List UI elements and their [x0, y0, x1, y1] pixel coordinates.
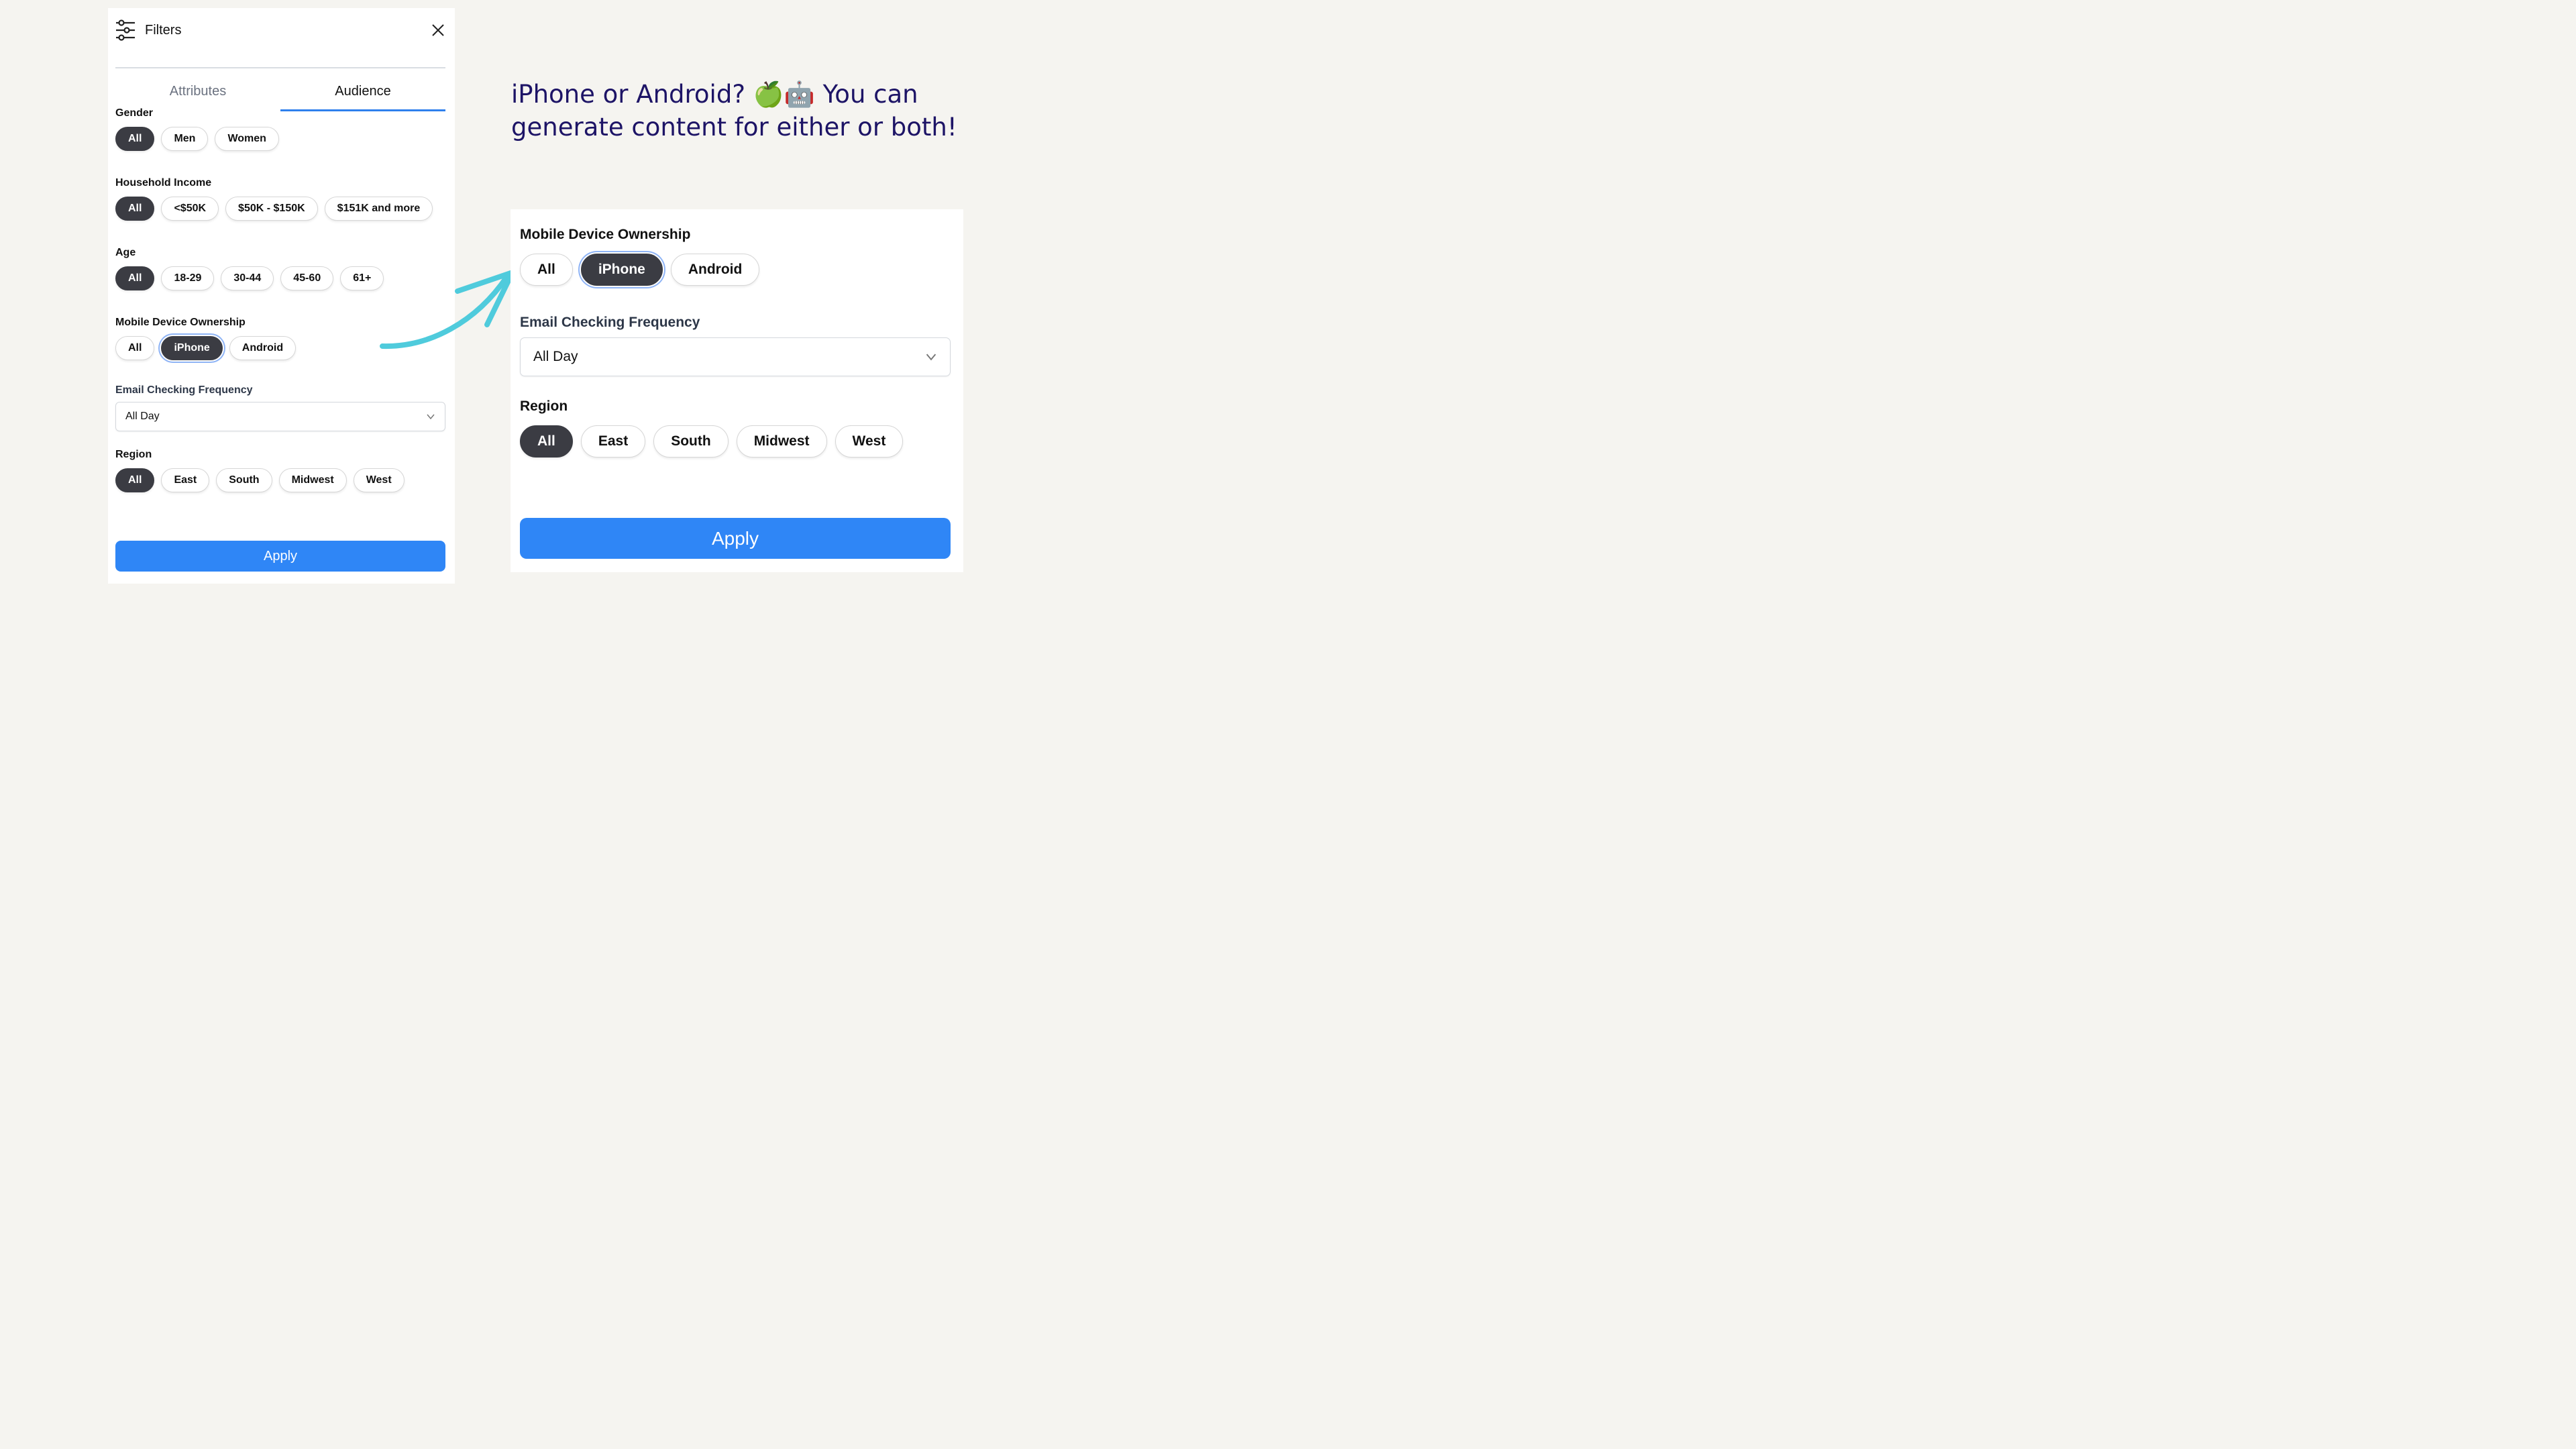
zoom-region-option-all[interactable]: All — [520, 425, 573, 458]
zoom-mobile-label: Mobile Device Ownership — [520, 227, 691, 242]
region-option-south[interactable]: South — [216, 468, 272, 492]
zoom-apply-button[interactable]: Apply — [520, 518, 951, 559]
age-option-all[interactable]: All — [115, 266, 155, 290]
gender-label: Gender — [115, 107, 154, 119]
income-label: Household Income — [115, 177, 212, 189]
zoom-email-section: Email Checking Frequency All Day — [520, 315, 951, 376]
income-option-50k-150k[interactable]: $50K - $150K — [225, 197, 318, 221]
header-divider — [115, 67, 445, 68]
mobile-section: Mobile Device Ownership All iPhone Andro… — [115, 317, 297, 360]
region-option-east[interactable]: East — [161, 468, 210, 492]
region-option-midwest[interactable]: Midwest — [278, 468, 347, 492]
income-option-under-50k[interactable]: <$50K — [161, 197, 219, 221]
age-label: Age — [115, 247, 136, 258]
filters-header: Filters — [115, 19, 445, 41]
email-frequency-select[interactable]: All Day — [115, 402, 445, 431]
gender-option-men[interactable]: Men — [161, 127, 209, 151]
mobile-option-all[interactable]: All — [115, 336, 155, 360]
zoom-region-option-east[interactable]: East — [580, 425, 646, 458]
headline-text: iPhone or Android? 🍏🤖 You can generate c… — [511, 80, 957, 142]
apply-button[interactable]: Apply — [115, 541, 445, 572]
zoom-region-option-midwest[interactable]: Midwest — [736, 425, 827, 458]
zoom-email-frequency-value: All Day — [533, 349, 578, 364]
close-icon[interactable] — [431, 23, 445, 38]
mobile-option-iphone[interactable]: iPhone — [161, 336, 223, 360]
zoom-region-section: Region All East South Midwest West — [520, 398, 904, 458]
zoom-region-option-west[interactable]: West — [835, 425, 904, 458]
gender-option-all[interactable]: All — [115, 127, 155, 151]
income-option-all[interactable]: All — [115, 197, 155, 221]
age-section: Age All 18-29 30-44 45-60 61+ — [115, 247, 384, 290]
gender-section: Gender All Men Women — [115, 107, 279, 151]
region-option-west[interactable]: West — [353, 468, 405, 492]
zoom-region-option-south[interactable]: South — [653, 425, 729, 458]
email-section: Email Checking Frequency All Day — [115, 384, 445, 431]
tab-audience[interactable]: Audience — [280, 80, 445, 111]
zoom-mobile-option-all[interactable]: All — [520, 254, 573, 286]
zoom-mobile-option-iphone[interactable]: iPhone — [580, 254, 663, 286]
region-section: Region All East South Midwest West — [115, 449, 405, 492]
zoomed-filters-panel: Mobile Device Ownership All iPhone Andro… — [511, 209, 963, 572]
zoom-region-label: Region — [520, 398, 568, 414]
income-option-151k-plus[interactable]: $151K and more — [324, 197, 433, 221]
age-option-45-60[interactable]: 45-60 — [280, 266, 334, 290]
zoom-email-label: Email Checking Frequency — [520, 315, 700, 330]
income-section: Household Income All <$50K $50K - $150K … — [115, 177, 433, 221]
chevron-down-icon — [926, 354, 936, 361]
region-label: Region — [115, 449, 152, 460]
filters-title: Filters — [145, 22, 182, 38]
zoom-mobile-section: Mobile Device Ownership All iPhone Andro… — [520, 227, 760, 286]
curved-arrow-icon — [380, 270, 515, 350]
zoom-email-frequency-select[interactable]: All Day — [520, 337, 951, 376]
mobile-option-android[interactable]: Android — [229, 336, 297, 360]
mobile-label: Mobile Device Ownership — [115, 317, 246, 328]
age-option-18-29[interactable]: 18-29 — [161, 266, 215, 290]
zoom-mobile-option-android[interactable]: Android — [670, 254, 760, 286]
region-option-all[interactable]: All — [115, 468, 155, 492]
email-frequency-value: All Day — [125, 411, 160, 422]
chevron-down-icon — [427, 414, 435, 420]
email-label: Email Checking Frequency — [115, 384, 253, 396]
age-option-30-44[interactable]: 30-44 — [221, 266, 274, 290]
gender-option-women[interactable]: Women — [215, 127, 279, 151]
sliders-icon — [116, 19, 135, 41]
